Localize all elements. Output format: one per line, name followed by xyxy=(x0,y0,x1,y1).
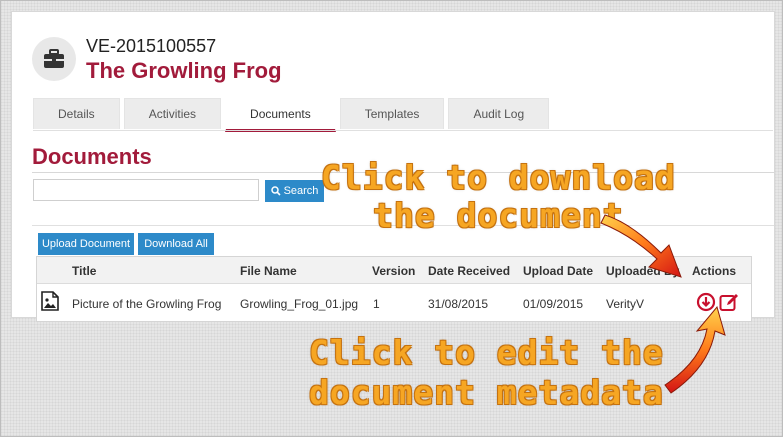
annotation-arrows xyxy=(600,214,726,394)
arrow-to-edit-icon xyxy=(664,305,726,394)
arrow-to-download-icon xyxy=(600,214,682,278)
screenshot-frame: VE-2015100557 The Growling Frog Details … xyxy=(0,0,783,437)
